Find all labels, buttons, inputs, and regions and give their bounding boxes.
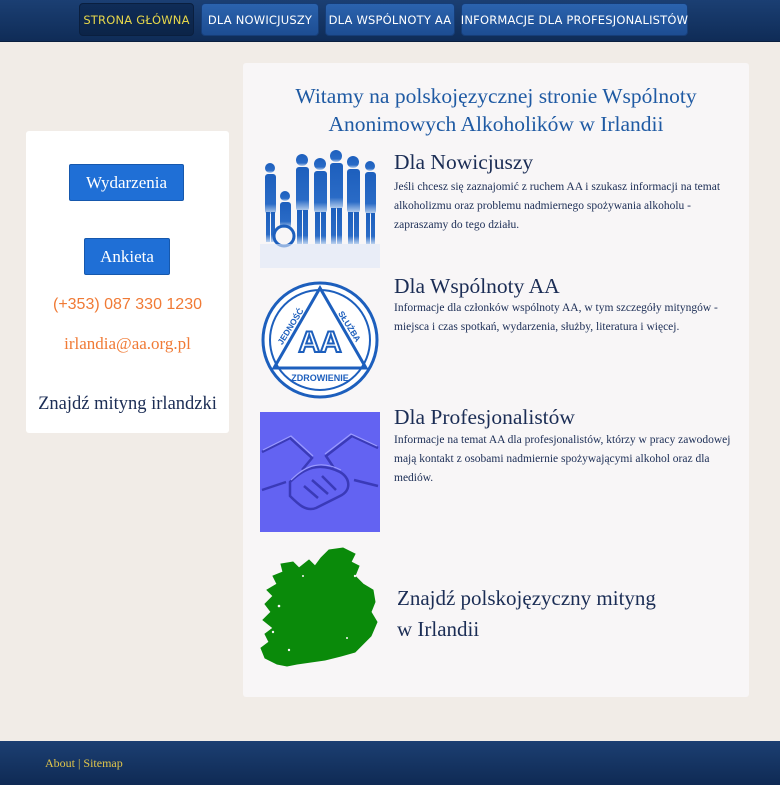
top-nav: STRONA GŁÓWNA DLA NOWICJUSZY DLA WSPÓLNO… — [0, 0, 780, 42]
people-silhouettes-icon[interactable] — [260, 148, 380, 268]
aa-logo-icon[interactable]: AA JEDNOŚĆ SŁUŻBA ZDROWIENIE — [260, 280, 380, 400]
footer: About | Sitemap — [0, 741, 780, 785]
nav-newcomers[interactable]: DLA NOWICJUSZY — [201, 3, 319, 36]
nav-community[interactable]: DLA WSPÓLNOTY AA — [325, 3, 455, 36]
about-link[interactable]: About — [45, 756, 75, 770]
section-text-professionals: Informacje na temat AA dla profesjonalis… — [394, 434, 731, 484]
section-title-community[interactable]: Dla Wspólnoty AA — [394, 274, 560, 299]
section-text-community: Informacje dla członków wspólnoty AA, w … — [394, 302, 718, 333]
aa-logo-recovery: ZDROWIENIE — [291, 373, 349, 383]
find-polish-line2[interactable]: w Irlandii — [397, 614, 656, 645]
sitemap-link[interactable]: Sitemap — [83, 756, 122, 770]
main-panel: Witamy na polskojęzycznej stronie Wspóln… — [243, 63, 749, 697]
email-link[interactable]: irlandia@aa.org.pl — [26, 334, 229, 354]
sidebar-panel: Wydarzenia Ankieta (+353) 087 330 1230 i… — [26, 131, 229, 433]
find-irish-meeting-link[interactable]: Znajdź mityng irlandzki — [26, 394, 229, 415]
events-button[interactable]: Wydarzenia — [69, 164, 184, 201]
aa-logo-center: AA — [298, 326, 341, 359]
ireland-map-icon[interactable] — [259, 546, 383, 670]
phone-link[interactable]: (+353) 087 330 1230 — [26, 296, 229, 314]
handshake-icon[interactable] — [260, 412, 380, 532]
find-polish-meeting-link[interactable]: Znajdź polskojęzyczny mityng w Irlandii — [397, 583, 656, 645]
section-text-newcomers: Jeśli chcesz się zaznajomić z ruchem AA … — [394, 181, 721, 231]
nav-professionals[interactable]: INFORMACJE DLA PROFESJONALISTÓW — [461, 3, 688, 36]
section-title-newcomers[interactable]: Dla Nowicjuszy — [394, 150, 533, 175]
footer-links: About | Sitemap — [45, 756, 123, 771]
find-polish-line1[interactable]: Znajdź polskojęzyczny mityng — [397, 583, 656, 614]
survey-button[interactable]: Ankieta — [84, 238, 170, 275]
section-title-professionals[interactable]: Dla Profesjonalistów — [394, 405, 575, 430]
page-title: Witamy na polskojęzycznej stronie Wspóln… — [295, 84, 697, 136]
nav-home[interactable]: STRONA GŁÓWNA — [79, 3, 194, 36]
footer-separator: | — [78, 756, 81, 770]
